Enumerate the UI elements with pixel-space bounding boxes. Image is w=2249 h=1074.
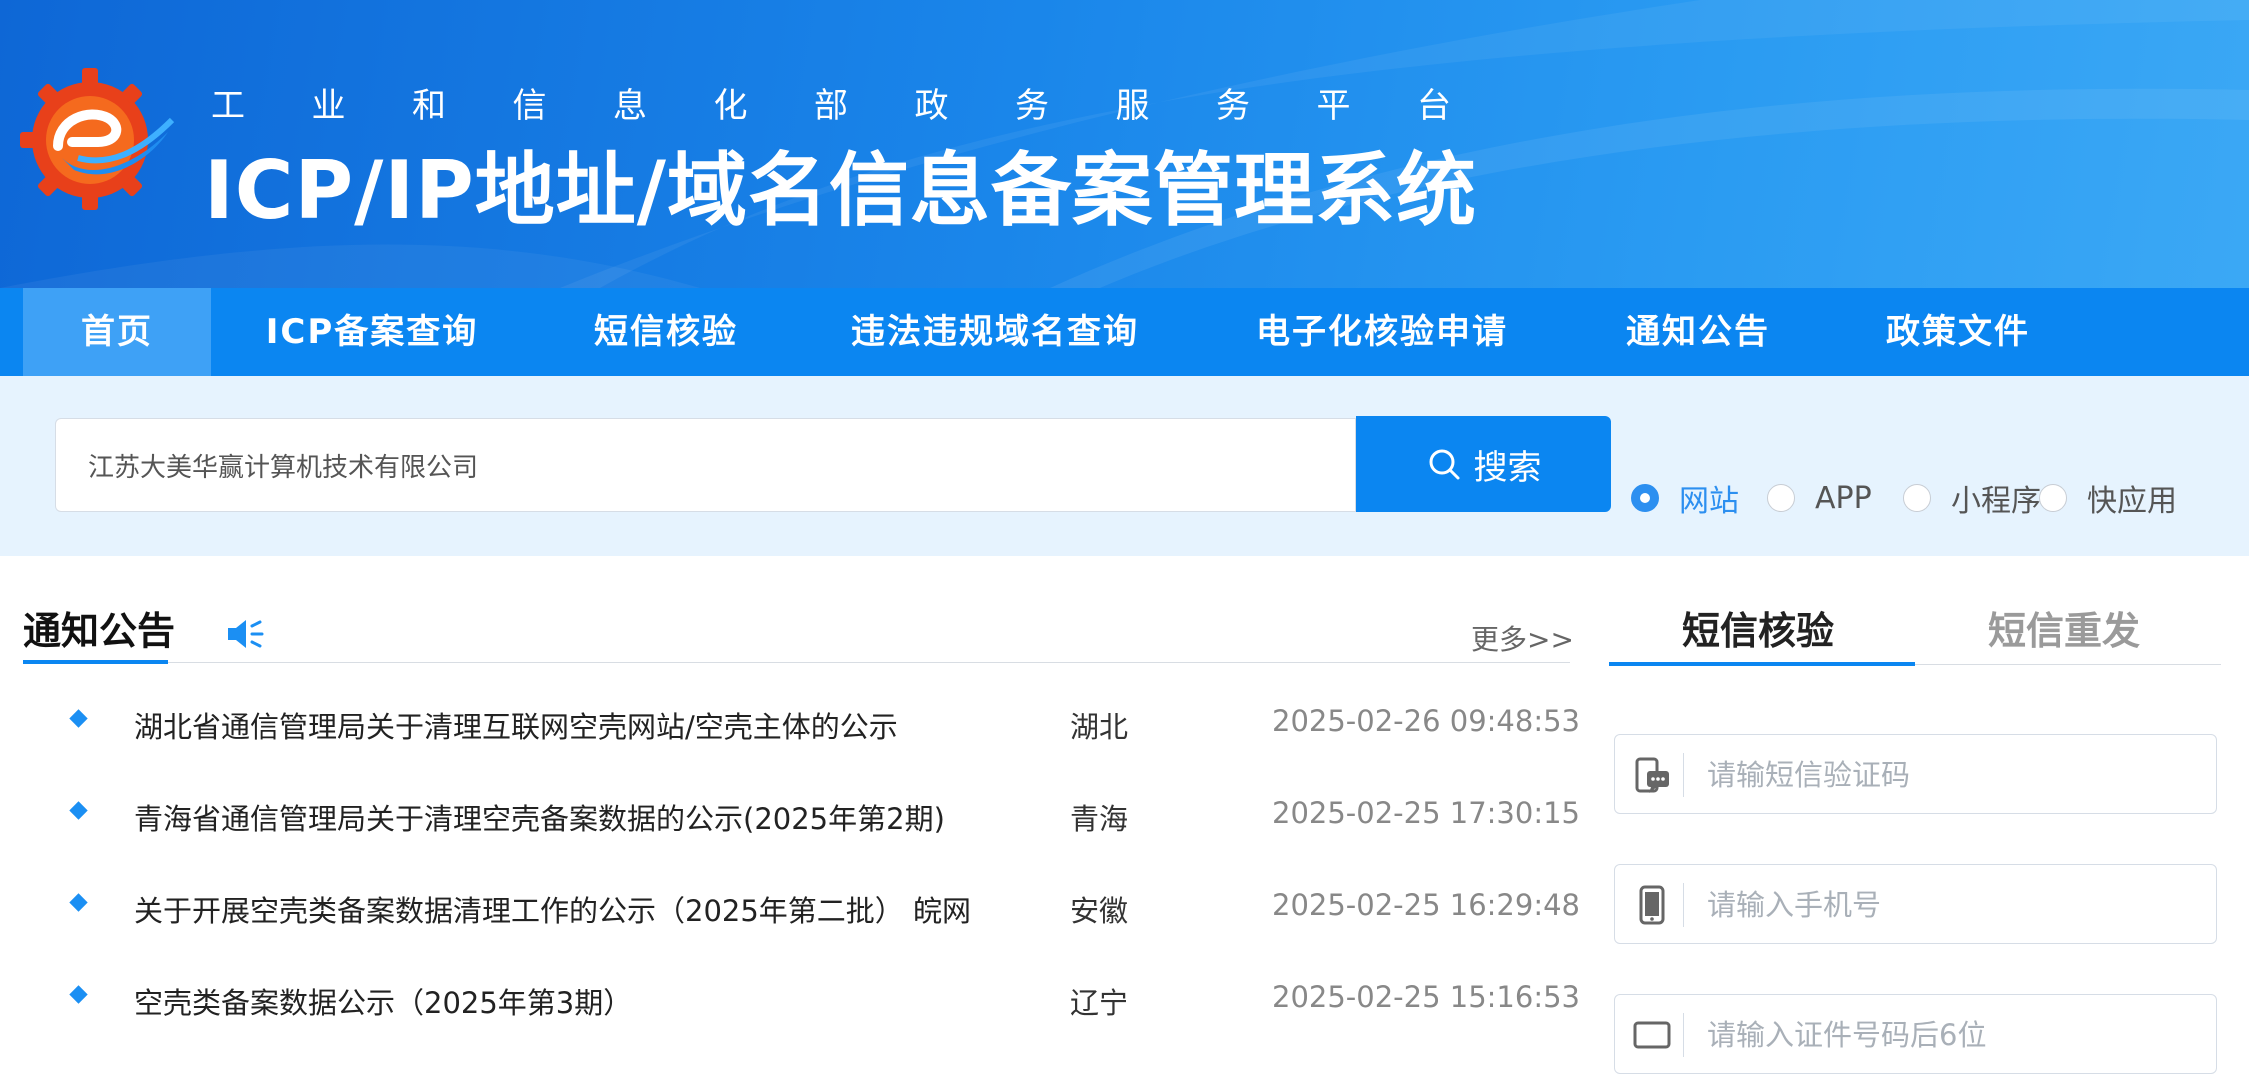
subtitle-char: 和 bbox=[412, 86, 446, 126]
diamond-bullet-icon bbox=[69, 893, 88, 912]
subtitle-char: 息 bbox=[613, 86, 647, 126]
subtitle-char: 政 bbox=[914, 86, 949, 126]
field-separator bbox=[1683, 883, 1684, 927]
nav-item-icp-query[interactable]: ICP备案查询 bbox=[232, 288, 512, 376]
notice-date: 2025-02-26 09:48:53 bbox=[1272, 704, 1580, 738]
main-nav: 首页 ICP备案查询 短信核验 违法违规域名查询 电子化核验申请 通知公告 政策… bbox=[0, 288, 2249, 376]
radio-label: 快应用 bbox=[2087, 484, 2177, 519]
notice-region: 辽宁 bbox=[1070, 986, 1129, 1020]
type-radio-app[interactable]: APP bbox=[1767, 480, 1872, 516]
notice-date: 2025-02-25 15:16:53 bbox=[1272, 980, 1580, 1014]
field-separator bbox=[1683, 753, 1684, 797]
search-button-label: 搜索 bbox=[1473, 447, 1542, 488]
type-radio-miniprogram[interactable]: 小程序 bbox=[1903, 480, 2041, 519]
search-icon bbox=[1429, 449, 1459, 480]
notice-divider bbox=[23, 662, 1570, 663]
radio-dot bbox=[1631, 484, 1659, 512]
subtitle-char: 业 bbox=[311, 86, 346, 126]
gear-e-logo-icon bbox=[20, 68, 174, 210]
sms-code-input[interactable] bbox=[1707, 745, 2187, 805]
radio-label: 网站 bbox=[1679, 484, 1739, 519]
sms-tab-underline bbox=[1609, 662, 1915, 666]
subtitle-char: 信 bbox=[512, 86, 547, 126]
notice-text[interactable]: 关于开展空壳类备案数据清理工作的公示（2025年第二批） 皖网 bbox=[134, 888, 971, 930]
diamond-bullet-icon bbox=[69, 709, 88, 728]
notice-date: 2025-02-25 17:30:15 bbox=[1272, 796, 1580, 830]
notice-list-item[interactable]: 湖北省通信管理局关于清理互联网空壳网站/空壳主体的公示 湖北 2025-02-2… bbox=[0, 698, 1580, 758]
notice-more-link[interactable]: 更多>> bbox=[1471, 618, 1574, 658]
tab-sms-verify[interactable]: 短信核验 bbox=[1682, 600, 1834, 655]
type-radio-quickapp[interactable]: 快应用 bbox=[2039, 480, 2177, 519]
nav-item-policies[interactable]: 政策文件 bbox=[1860, 288, 2056, 376]
nav-item-e-verify-apply[interactable]: 电子化核验申请 bbox=[1222, 288, 1542, 376]
speaker-icon bbox=[228, 620, 264, 648]
notice-title-underline bbox=[23, 660, 168, 664]
search-button[interactable]: 搜索 bbox=[1356, 416, 1611, 512]
subtitle-char: 台 bbox=[1417, 86, 1451, 126]
header-banner: 工 业 和 信 息 化 部 政 务 服 务 平 台 ICP/IP地址/域名信息备… bbox=[0, 0, 2249, 288]
system-title: ICP/IP地址/域名信息备案管理系统 bbox=[204, 144, 1477, 237]
diamond-bullet-icon bbox=[69, 801, 88, 820]
notice-section-title: 通知公告 bbox=[23, 609, 176, 653]
diamond-bullet-icon bbox=[69, 985, 88, 1004]
nav-item-illegal-domain[interactable]: 违法违规域名查询 bbox=[820, 288, 1170, 376]
notice-text[interactable]: 青海省通信管理局关于清理空壳备案数据的公示(2025年第2期) bbox=[134, 796, 945, 838]
sms-chat-icon bbox=[1635, 757, 1669, 793]
id-number-field bbox=[1614, 994, 2217, 1074]
phone-input[interactable] bbox=[1707, 875, 2187, 935]
notice-text[interactable]: 空壳类备案数据公示（2025年第3期） bbox=[134, 980, 632, 1022]
subtitle-char: 化 bbox=[713, 86, 748, 126]
notice-region: 湖北 bbox=[1070, 710, 1129, 744]
nav-item-home[interactable]: 首页 bbox=[23, 288, 211, 376]
subtitle-char: 服 bbox=[1115, 86, 1150, 126]
id-card-icon bbox=[1633, 1021, 1671, 1049]
radio-dot bbox=[2039, 484, 2067, 512]
nav-item-sms-verify[interactable]: 短信核验 bbox=[556, 288, 776, 376]
subtitle-char: 务 bbox=[1015, 86, 1049, 126]
radio-dot bbox=[1767, 484, 1795, 512]
notice-list-item[interactable]: 空壳类备案数据公示（2025年第3期） 辽宁 2025-02-25 15:16:… bbox=[0, 974, 1580, 1034]
radio-label: APP bbox=[1815, 480, 1872, 516]
platform-subtitle: 工 业 和 信 息 化 部 政 务 服 务 平 台 bbox=[206, 78, 1456, 128]
type-radio-website[interactable]: 网站 bbox=[1631, 480, 1739, 519]
field-separator bbox=[1683, 1013, 1684, 1057]
subtitle-char: 工 bbox=[211, 86, 245, 126]
subtitle-char: 部 bbox=[814, 86, 848, 126]
sms-code-field bbox=[1614, 734, 2217, 814]
radio-label: 小程序 bbox=[1951, 484, 2041, 519]
search-input[interactable] bbox=[55, 418, 1356, 512]
radio-dot bbox=[1903, 484, 1931, 512]
id-number-input[interactable] bbox=[1707, 1005, 2187, 1065]
notice-list-item[interactable]: 青海省通信管理局关于清理空壳备案数据的公示(2025年第2期) 青海 2025-… bbox=[0, 790, 1580, 850]
tab-sms-resend[interactable]: 短信重发 bbox=[1988, 600, 2140, 655]
subtitle-char: 务 bbox=[1216, 86, 1250, 126]
mobile-phone-icon bbox=[1639, 885, 1665, 925]
notice-text[interactable]: 湖北省通信管理局关于清理互联网空壳网站/空壳主体的公示 bbox=[134, 704, 898, 746]
notice-date: 2025-02-25 16:29:48 bbox=[1272, 888, 1580, 922]
subtitle-char: 平 bbox=[1316, 86, 1351, 126]
phone-field bbox=[1614, 864, 2217, 944]
notice-region: 安徽 bbox=[1070, 894, 1129, 928]
notice-list-item[interactable]: 关于开展空壳类备案数据清理工作的公示（2025年第二批） 皖网 安徽 2025-… bbox=[0, 882, 1580, 942]
nav-item-notices[interactable]: 通知公告 bbox=[1600, 288, 1796, 376]
notice-region: 青海 bbox=[1070, 802, 1129, 836]
